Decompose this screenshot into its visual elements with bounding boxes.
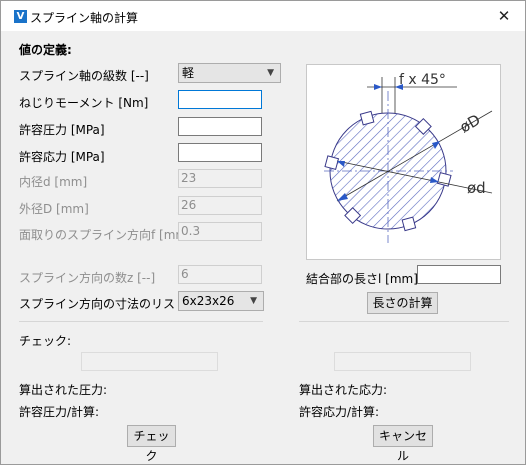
teeth-label: スプライン方向の数z [--]: [19, 271, 156, 285]
allow-stress-label: 許容応力 [MPa]: [19, 150, 105, 164]
outer-annotation: øD: [457, 111, 484, 137]
app-icon: V: [14, 10, 27, 23]
check-result-box: [81, 352, 218, 371]
chamfer-annotation: f x 45°: [399, 72, 446, 88]
chevron-down-icon: ▼: [267, 68, 274, 78]
grade-select[interactable]: 軽 ▼: [178, 63, 281, 83]
dims-list-select[interactable]: 6x23x26 ▼: [178, 291, 264, 311]
computed-stress-label: 算出された応力:: [299, 383, 388, 397]
spline-cross-section-figure: f x 45° øD ød: [324, 72, 493, 243]
dims-list-value: 6x23x26: [182, 294, 235, 308]
check-result-box-right: [334, 352, 471, 371]
chamfer-field: 0.3: [178, 222, 262, 241]
grade-select-value: 軽: [182, 66, 195, 80]
outer-d-field: 26: [178, 196, 262, 215]
separator-right: [299, 321, 509, 322]
inner-d-label: 内径d [mm]: [19, 175, 88, 189]
window-title: スプライン軸の計算: [30, 11, 139, 25]
allow-pressure-label: 許容圧力 [MPa]: [19, 123, 105, 137]
allow-pressure-calc-label: 許容圧力/計算:: [19, 405, 100, 419]
outer-d-label: 外径D [mm]: [19, 202, 89, 216]
inner-d-field: 23: [178, 169, 262, 188]
separator-left: [19, 321, 263, 322]
torque-label: ねじりモーメント [Nm]: [19, 96, 149, 110]
allow-pressure-input[interactable]: [178, 117, 262, 136]
title-bar: V スプライン軸の計算 ✕: [1, 1, 525, 31]
section-title: 値の定義:: [19, 43, 72, 57]
check-button[interactable]: チェック: [127, 425, 176, 463]
spline-diagram: f x 45° øD ød: [306, 64, 501, 260]
chevron-down-icon: ▼: [250, 296, 257, 306]
engagement-length-input[interactable]: [417, 265, 501, 284]
arrow-icon: [374, 84, 382, 90]
torque-input[interactable]: [178, 90, 262, 109]
teeth-field: 6: [178, 265, 262, 284]
chamfer-label: 面取りのスプライン方向f [mm]: [19, 228, 192, 242]
allow-stress-input[interactable]: [178, 143, 262, 162]
calc-length-button[interactable]: 長さの計算: [367, 292, 438, 314]
close-button[interactable]: ✕: [491, 5, 517, 27]
allow-stress-calc-label: 許容応力/計算:: [299, 405, 380, 419]
engagement-length-label: 結合部の長さl [mm]: [306, 272, 418, 286]
check-label: チェック:: [19, 334, 72, 348]
grade-label: スプライン軸の級数 [--]: [19, 69, 149, 83]
computed-pressure-label: 算出された圧力:: [19, 383, 108, 397]
cancel-button[interactable]: キャンセル: [373, 425, 433, 463]
spline-calc-window: V スプライン軸の計算 ✕ 値の定義: スプライン軸の級数 [--] 軽 ▼ ね…: [0, 0, 526, 465]
inner-annotation: ød: [467, 179, 486, 197]
dims-list-label: スプライン方向の寸法のリスト: [19, 297, 188, 311]
